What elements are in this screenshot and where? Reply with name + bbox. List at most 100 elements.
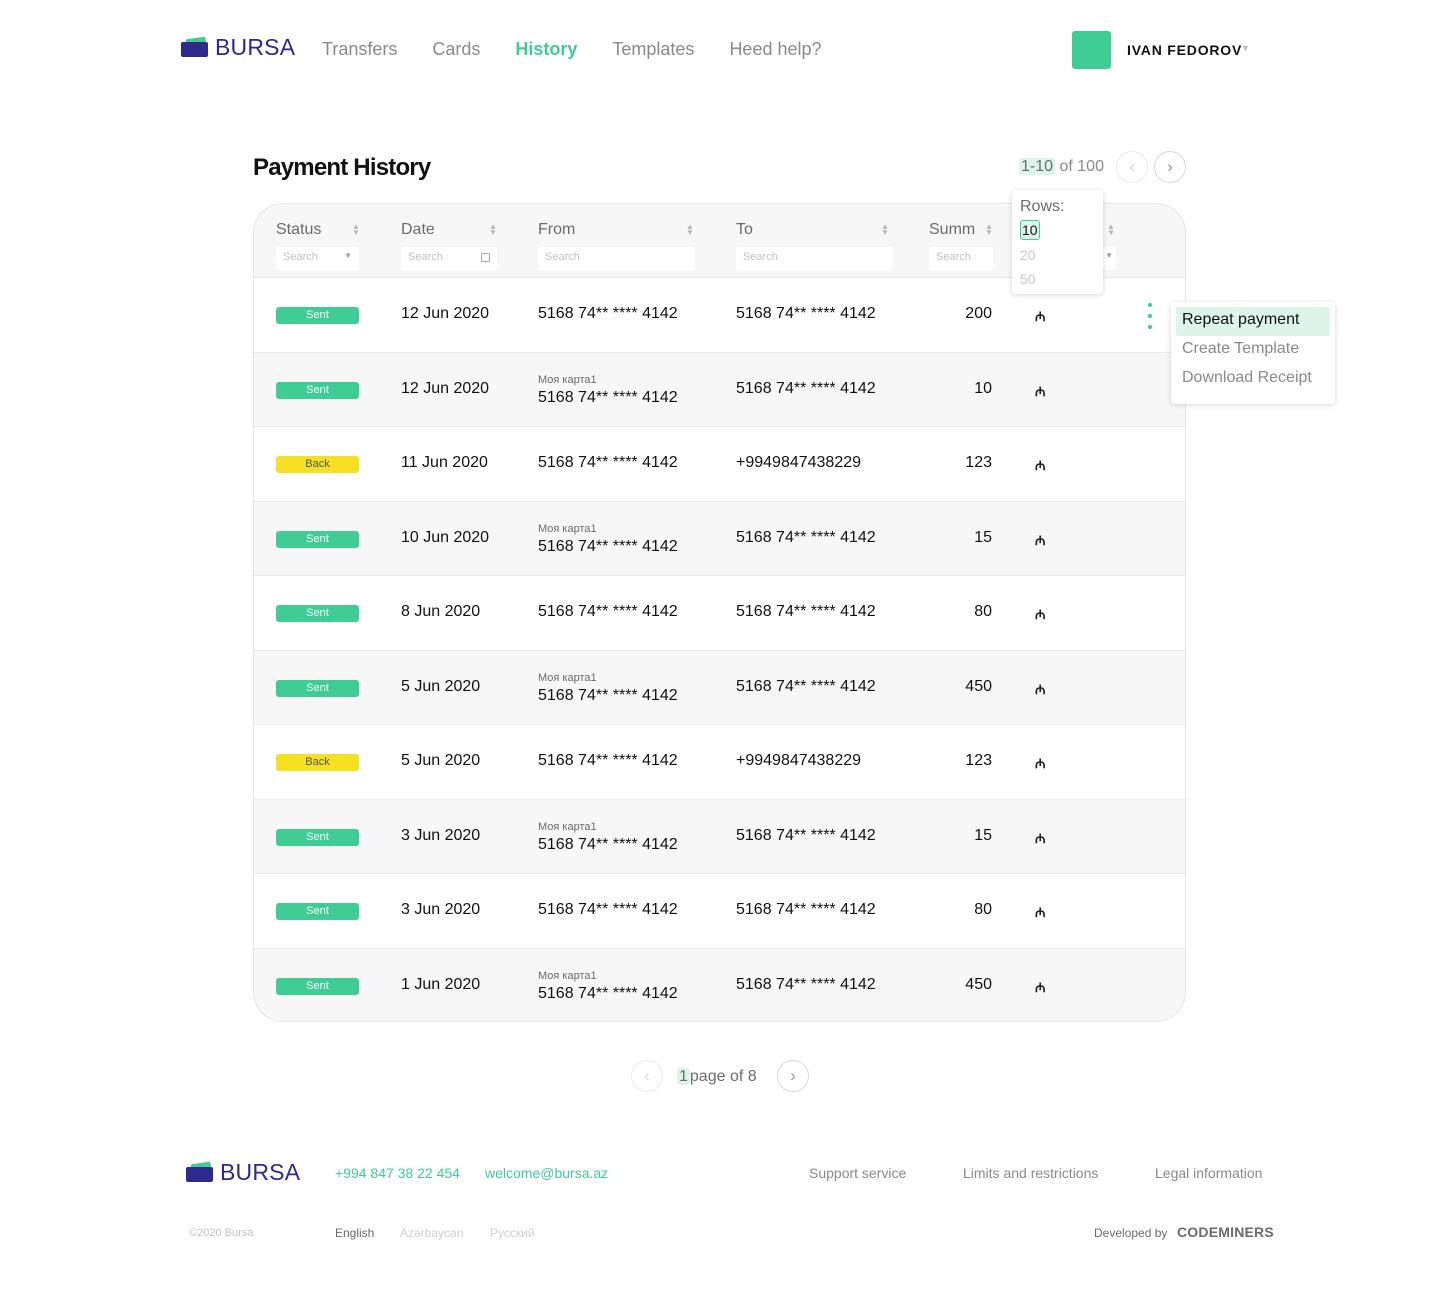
- rows-option-20[interactable]: 20: [1020, 246, 1095, 264]
- developed-by-label: Developed by: [1094, 1226, 1168, 1240]
- row-sum: 450: [965, 975, 992, 993]
- kebab-icon[interactable]: [1145, 303, 1155, 329]
- sort-icon[interactable]: ▲ ▼: [985, 223, 993, 237]
- date-filter-input[interactable]: Search: [401, 247, 497, 270]
- lang-english[interactable]: English: [335, 1226, 374, 1240]
- table-row[interactable]: Back 11 Jun 2020 5168 74** **** 4142 +99498…: [254, 427, 1185, 502]
- footer-link-support[interactable]: Support service: [809, 1165, 906, 1181]
- footer-phone[interactable]: +994 847 38 22 454: [335, 1165, 460, 1181]
- menu-item-create-template[interactable]: Create Template: [1176, 336, 1330, 365]
- avatar[interactable]: [1072, 31, 1111, 69]
- nav-help[interactable]: Heed help?: [729, 39, 821, 60]
- row-sum: 200: [965, 305, 992, 322]
- filter-placeholder: Search: [936, 251, 971, 263]
- nav-transfers[interactable]: Transfers: [322, 39, 397, 60]
- brand-logo[interactable]: BURSA: [181, 34, 295, 61]
- table-row[interactable]: Sent 3 Jun 2020 5168 74** **** 4142 5168 74…: [254, 874, 1185, 949]
- status-badge: Sent: [276, 977, 359, 995]
- chevron-down-icon[interactable]: ▼: [1241, 43, 1250, 53]
- row-to: 5168 74** **** 4142: [736, 379, 876, 397]
- manat-icon: ₼: [1035, 979, 1046, 995]
- column-header-date[interactable]: Date: [401, 221, 435, 239]
- filter-placeholder: Search: [743, 251, 778, 263]
- row-date: 10 Jun 2020: [401, 528, 490, 546]
- payment-history-table: Status ▲ ▼ Search ▼ Date ▲ ▼ Search From ▲…: [253, 203, 1186, 1022]
- table-row[interactable]: Sent 3 Jun 2020 Моя карта1 5168 74** **** 4…: [254, 799, 1185, 874]
- copyright: ©2020 Bursa: [189, 1227, 254, 1239]
- sort-icon[interactable]: ▲ ▼: [686, 223, 694, 237]
- manat-icon: ₼: [1035, 756, 1046, 771]
- user-name[interactable]: IVAN FEDOROV: [1127, 42, 1242, 58]
- next-page-button[interactable]: ›: [1154, 151, 1186, 183]
- lang-russian[interactable]: Русский: [490, 1226, 535, 1240]
- column-header-summ[interactable]: Summ: [929, 221, 975, 239]
- wallet-icon: [181, 36, 208, 57]
- sort-icon[interactable]: ▲ ▼: [489, 223, 497, 237]
- chevron-left-icon: ‹: [1129, 157, 1135, 176]
- to-filter-input[interactable]: Search: [736, 247, 893, 270]
- row-to: +9949847438229: [736, 752, 862, 769]
- summ-filter-input[interactable]: Search: [929, 247, 993, 270]
- currency-filter-select[interactable]: ▼: [1102, 247, 1116, 270]
- pagination-range[interactable]: 1-10: [1019, 158, 1056, 175]
- wallet-icon: [186, 1161, 213, 1182]
- row-date: 5 Jun 2020: [401, 677, 481, 695]
- footer-logo[interactable]: BURSA: [186, 1159, 300, 1186]
- row-from: 5168 74** **** 4142: [538, 752, 678, 769]
- developer-logo[interactable]: CODEMINERS: [1177, 1224, 1274, 1240]
- row-to: 5168 74** **** 4142: [736, 528, 876, 546]
- footer-email[interactable]: welcome@bursa.az: [485, 1165, 608, 1181]
- nav-cards[interactable]: Cards: [432, 39, 480, 60]
- page-title: Payment History: [253, 154, 431, 181]
- column-header-to[interactable]: To: [736, 221, 753, 239]
- column-header-status[interactable]: Status: [276, 221, 321, 239]
- row-sum: 123: [965, 454, 992, 471]
- table-row[interactable]: Back 5 Jun 2020 5168 74** **** 4142 +994984…: [254, 725, 1185, 800]
- row-date: 3 Jun 2020: [401, 826, 481, 844]
- row-sum: 80: [974, 901, 992, 918]
- table-body: Sent 12 Jun 2020 5168 74** **** 4142 5168 7…: [254, 278, 1185, 1021]
- lang-azerbaijani[interactable]: Azərbaycan: [400, 1226, 463, 1240]
- row-sum: 123: [965, 752, 992, 769]
- menu-item-repeat-payment[interactable]: Repeat payment: [1176, 307, 1330, 336]
- row-date: 12 Jun 2020: [401, 379, 490, 397]
- status-badge: Back: [276, 754, 359, 771]
- row-sum: 15: [974, 528, 992, 546]
- current-page[interactable]: 1: [677, 1068, 690, 1085]
- filter-placeholder: Search: [545, 251, 580, 263]
- row-from: 5168 74** **** 4142: [538, 686, 678, 704]
- pagination-summary: 1-10 of 100: [1019, 158, 1104, 176]
- sort-icon[interactable]: ▲ ▼: [1107, 223, 1115, 237]
- chevron-left-icon: ‹: [644, 1066, 650, 1085]
- row-to: 5168 74** **** 4142: [736, 677, 876, 695]
- manat-icon: ₼: [1035, 830, 1046, 846]
- row-to: 5168 74** **** 4142: [736, 901, 876, 918]
- manat-icon: ₼: [1035, 681, 1046, 697]
- footer-link-legal[interactable]: Legal information: [1155, 1165, 1262, 1181]
- nav-templates[interactable]: Templates: [612, 39, 694, 60]
- sort-icon[interactable]: ▲ ▼: [352, 223, 360, 237]
- row-date: 12 Jun 2020: [401, 305, 490, 322]
- rows-option-10[interactable]: 10: [1020, 220, 1040, 240]
- footer-link-limits[interactable]: Limits and restrictions: [963, 1165, 1098, 1181]
- chevron-down-icon: ▼: [1105, 251, 1113, 260]
- from-filter-input[interactable]: Search: [538, 247, 695, 270]
- column-header-from[interactable]: From: [538, 221, 575, 239]
- table-row[interactable]: Sent 1 Jun 2020 Моя карта1 5168 74** **** 4…: [254, 948, 1185, 1021]
- row-from: 5168 74** **** 4142: [538, 835, 678, 853]
- next-page-button-bottom[interactable]: ›: [777, 1060, 809, 1092]
- rows-label: Rows:: [1020, 198, 1065, 215]
- rows-option-50[interactable]: 50: [1020, 270, 1095, 288]
- prev-page-button[interactable]: ‹: [1116, 151, 1148, 183]
- status-filter-select[interactable]: Search ▼: [276, 247, 359, 270]
- table-row[interactable]: Sent 8 Jun 2020 5168 74** **** 4142 5168 74…: [254, 576, 1185, 651]
- status-badge: Sent: [276, 307, 359, 324]
- menu-item-download-receipt[interactable]: Download Receipt: [1176, 365, 1330, 394]
- prev-page-button-bottom[interactable]: ‹: [631, 1060, 663, 1092]
- sort-icon[interactable]: ▲ ▼: [881, 223, 889, 237]
- table-row[interactable]: Sent 5 Jun 2020 Моя карта1 5168 74** **** 4…: [254, 650, 1185, 725]
- table-row[interactable]: Sent 10 Jun 2020 Моя карта1 5168 74** **** …: [254, 501, 1185, 576]
- chevron-right-icon: ›: [790, 1066, 796, 1085]
- table-row[interactable]: Sent 12 Jun 2020 Моя карта1 5168 74** **** …: [254, 352, 1185, 427]
- nav-history[interactable]: History: [515, 39, 577, 60]
